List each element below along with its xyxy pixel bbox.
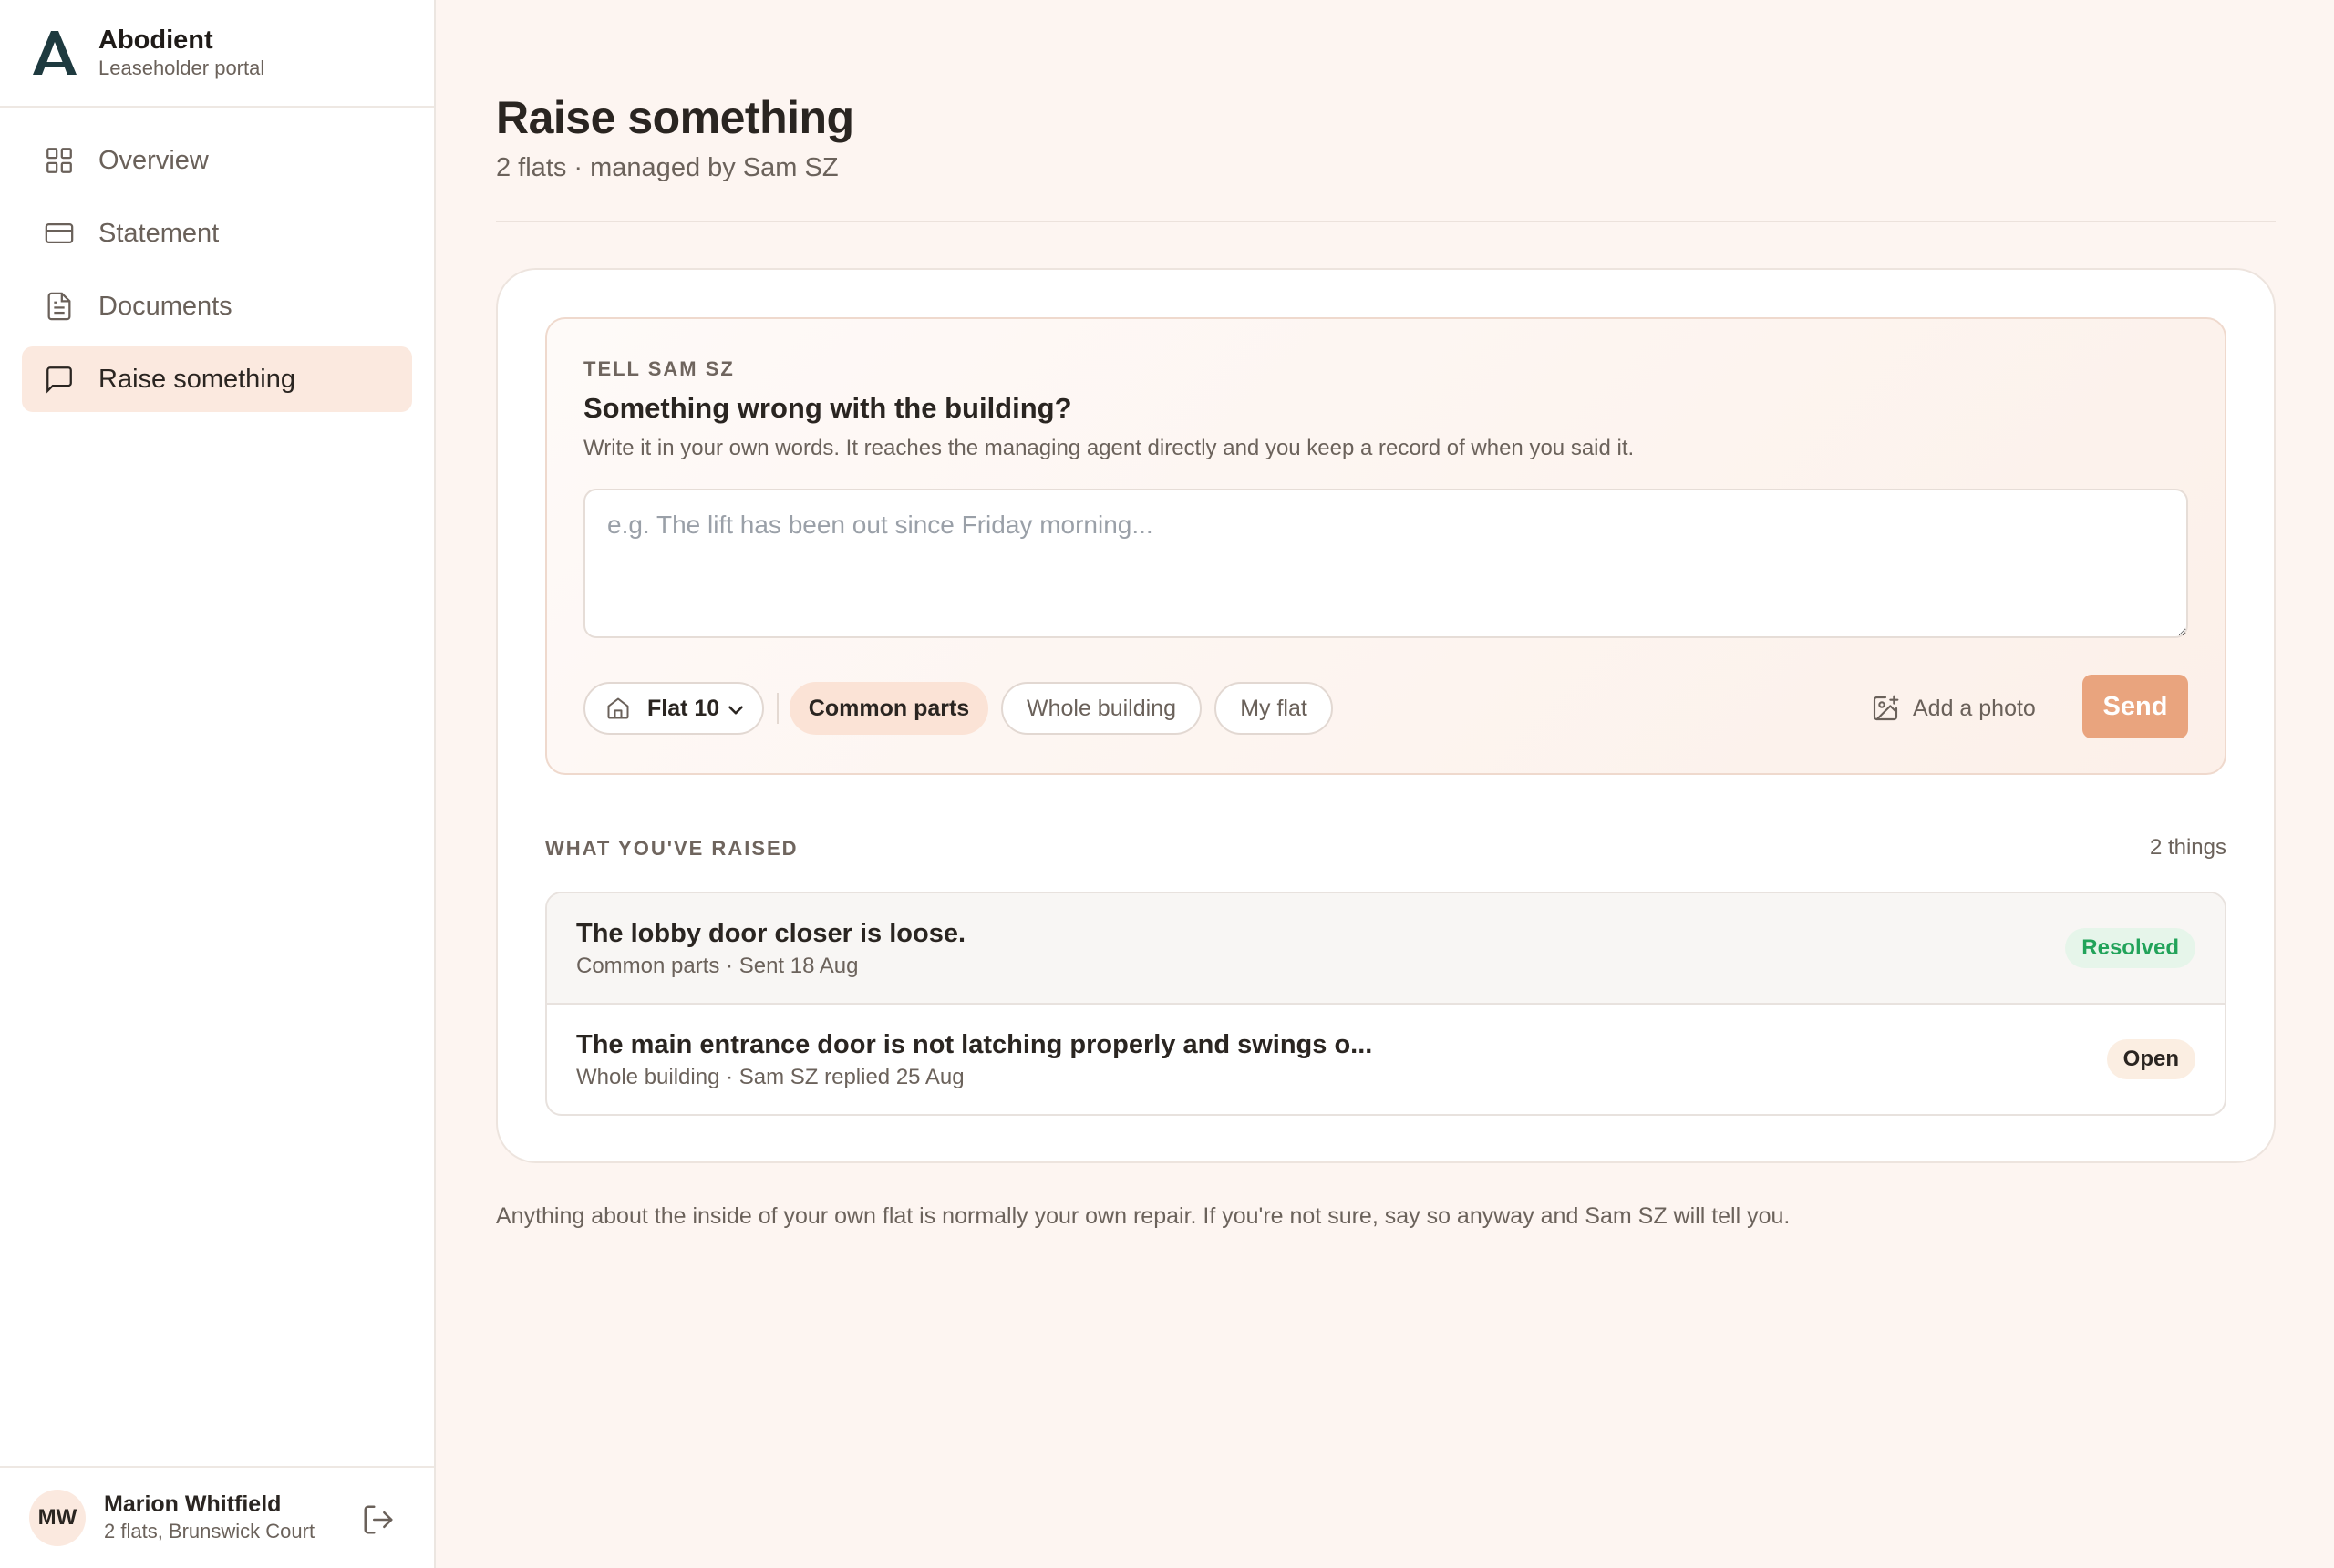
abodient-logo-icon xyxy=(33,31,77,75)
sidebar: Abodient Leaseholder portal Overview Sta… xyxy=(0,0,436,1568)
composer-title: Something wrong with the building? xyxy=(584,392,1072,424)
category-chip-my-flat[interactable]: My flat xyxy=(1214,682,1333,735)
flat-select[interactable]: Flat 10 xyxy=(584,682,764,735)
raised-count: 2 things xyxy=(2149,835,2226,860)
list-item[interactable]: The main entrance door is not latching p… xyxy=(547,1005,2225,1114)
item-meta: Whole building · Sam SZ replied 25 Aug xyxy=(576,1065,965,1089)
category-chip-whole-building[interactable]: Whole building xyxy=(1001,682,1202,735)
app-name: Abodient xyxy=(98,26,213,55)
sidebar-item-label: Raise something xyxy=(98,364,295,394)
composer-description: Write it in your own words. It reaches t… xyxy=(584,436,1635,460)
sidebar-item-documents[interactable]: Documents xyxy=(22,273,412,339)
grid-icon xyxy=(44,145,75,176)
card-icon xyxy=(44,218,75,249)
status-badge: Open xyxy=(2106,1039,2195,1079)
document-icon xyxy=(44,291,75,322)
send-button[interactable]: Send xyxy=(2082,675,2188,738)
page-subtitle: 2 flats · managed by Sam SZ xyxy=(496,153,839,182)
logout-icon[interactable] xyxy=(361,1502,396,1537)
composer-eyebrow: TELL SAM SZ xyxy=(584,357,735,380)
user-detail: 2 flats, Brunswick Court xyxy=(104,1520,315,1542)
message-input[interactable] xyxy=(584,489,2188,638)
item-meta: Common parts · Sent 18 Aug xyxy=(576,954,859,978)
message-icon xyxy=(44,364,75,395)
sidebar-item-label: Overview xyxy=(98,145,209,175)
separator xyxy=(777,693,779,724)
footnote: Anything about the inside of your own fl… xyxy=(496,1203,1791,1229)
chevron-down-icon xyxy=(728,706,743,715)
user-name: Marion Whitfield xyxy=(104,1491,282,1517)
flat-select-value: Flat 10 xyxy=(647,695,720,721)
item-title: The lobby door closer is loose. xyxy=(576,919,966,948)
sidebar-item-label: Statement xyxy=(98,218,220,248)
sidebar-item-label: Documents xyxy=(98,291,232,321)
app-subtitle: Leaseholder portal xyxy=(98,57,265,79)
list-item[interactable]: The lobby door closer is loose. Common p… xyxy=(547,893,2225,1005)
raise-card: TELL SAM SZ Something wrong with the bui… xyxy=(496,268,2276,1163)
image-plus-icon xyxy=(1873,695,1899,721)
composer-controls: Flat 10 Common parts Whole building My f… xyxy=(584,675,2188,738)
item-title: The main entrance door is not latching p… xyxy=(576,1030,1373,1059)
sidebar-item-statement[interactable]: Statement xyxy=(22,201,412,266)
page-title: Raise something xyxy=(496,92,854,143)
sidebar-nav: Overview Statement Documents Raise somet… xyxy=(0,108,434,439)
home-icon xyxy=(607,697,629,719)
composer: TELL SAM SZ Something wrong with the bui… xyxy=(545,317,2226,775)
status-badge: Resolved xyxy=(2065,928,2195,968)
brand: Abodient Leaseholder portal xyxy=(0,0,434,108)
add-photo-button[interactable]: Add a photo xyxy=(1871,682,2036,735)
sidebar-item-overview[interactable]: Overview xyxy=(22,128,412,193)
divider xyxy=(496,221,2276,222)
add-photo-label: Add a photo xyxy=(1913,695,2036,721)
user-profile: MW Marion Whitfield 2 flats, Brunswick C… xyxy=(0,1466,434,1568)
raised-list: The lobby door closer is loose. Common p… xyxy=(545,892,2226,1116)
category-chip-common-parts[interactable]: Common parts xyxy=(790,682,988,735)
avatar: MW xyxy=(29,1490,86,1546)
sidebar-item-raise-something[interactable]: Raise something xyxy=(22,346,412,412)
raised-section-title: WHAT YOU'VE RAISED xyxy=(545,837,799,860)
